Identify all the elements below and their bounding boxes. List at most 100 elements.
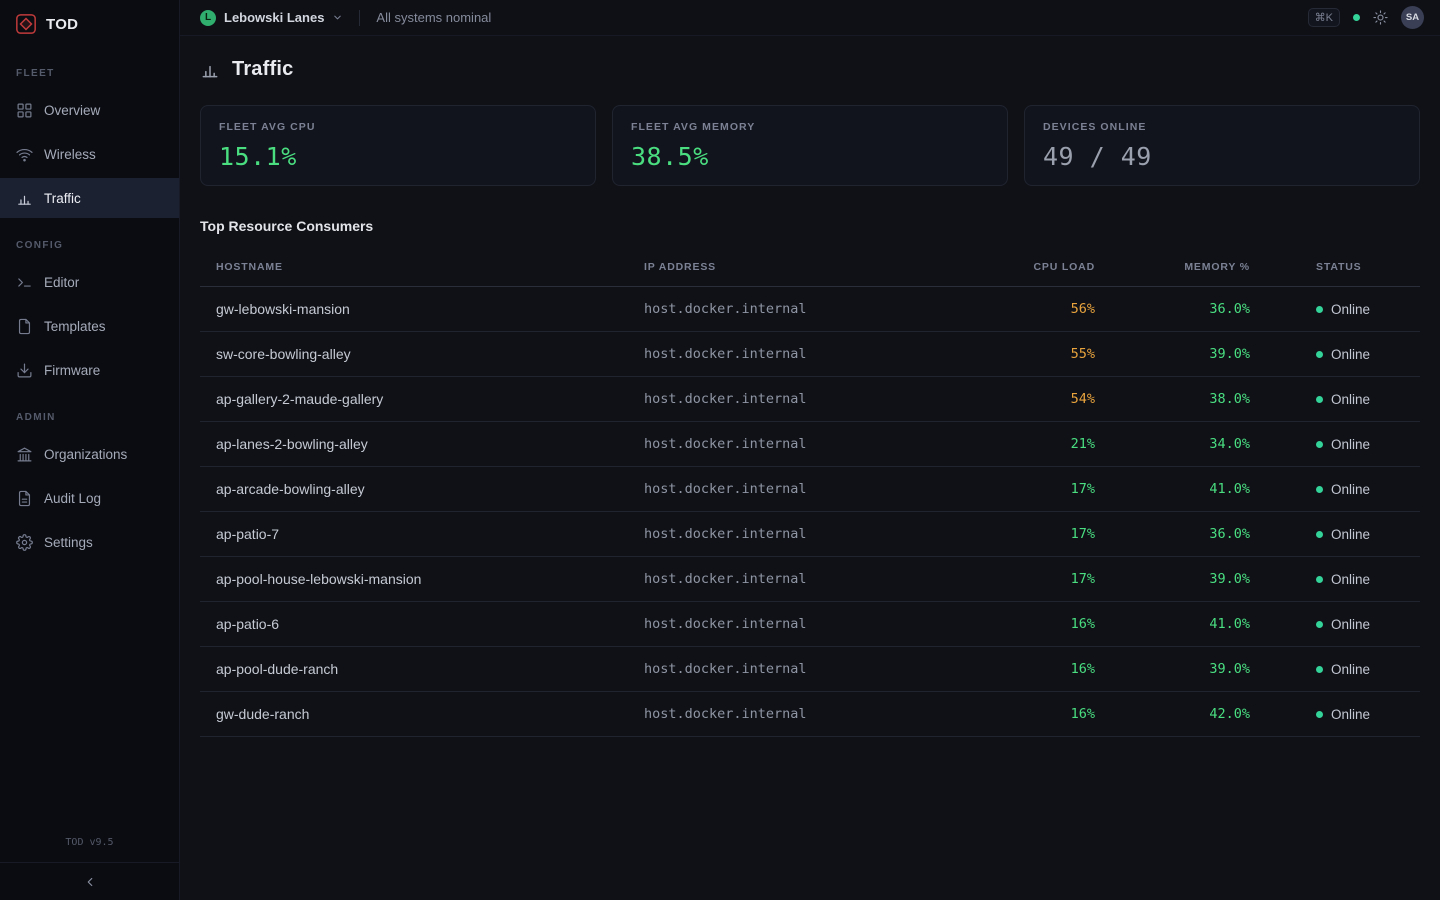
wifi-icon	[16, 146, 33, 163]
status-cell: Online	[1250, 302, 1420, 317]
hostname-cell: ap-gallery-2-maude-gallery	[200, 391, 628, 407]
org-badge: L	[200, 10, 216, 26]
user-avatar[interactable]: SA	[1401, 6, 1424, 29]
memory-cell: 41.0%	[1095, 481, 1250, 497]
ip-cell: host.docker.internal	[628, 706, 975, 722]
ip-cell: host.docker.internal	[628, 661, 975, 677]
sidebar-item-label: Templates	[44, 319, 106, 334]
sidebar-item-organizations[interactable]: Organizations	[0, 434, 179, 474]
sidebar-item-firmware[interactable]: Firmware	[0, 350, 179, 390]
status-cell: Online	[1250, 482, 1420, 497]
stat-cards: FLEET AVG CPU 15.1% FLEET AVG MEMORY 38.…	[200, 105, 1420, 186]
status-cell: Online	[1250, 572, 1420, 587]
table-row[interactable]: ap-arcade-bowling-alley host.docker.inte…	[200, 467, 1420, 512]
sidebar-item-label: Firmware	[44, 363, 100, 378]
sidebar-item-wireless[interactable]: Wireless	[0, 134, 179, 174]
sidebar-item-label: Audit Log	[44, 491, 101, 506]
health-dot-icon	[1353, 14, 1360, 21]
org-switcher[interactable]: L Lebowski Lanes	[200, 10, 343, 26]
online-dot-icon	[1316, 441, 1323, 448]
hostname-cell: ap-pool-dude-ranch	[200, 661, 628, 677]
table-header-row: HOSTNAME IP ADDRESS CPU LOAD MEMORY % ST…	[200, 247, 1420, 287]
status-cell: Online	[1250, 392, 1420, 407]
sidebar: TOD FLEET Overview Wireless Traffic CONF…	[0, 0, 180, 900]
status-label: Online	[1331, 392, 1370, 407]
grid-icon	[16, 102, 33, 119]
cpu-cell: 17%	[975, 571, 1095, 587]
building-icon	[16, 446, 33, 463]
hostname-cell: ap-patio-6	[200, 616, 628, 632]
sidebar-item-audit-log[interactable]: Audit Log	[0, 478, 179, 518]
status-label: Online	[1331, 437, 1370, 452]
app-version: TOD v9.5	[0, 831, 179, 862]
ip-cell: host.docker.internal	[628, 346, 975, 362]
stat-card-fleet-avg-cpu: FLEET AVG CPU 15.1%	[200, 105, 596, 186]
stat-value: 38.5%	[631, 142, 989, 171]
sidebar-section-fleet: FLEET	[0, 48, 179, 88]
top-resource-consumers-table: HOSTNAME IP ADDRESS CPU LOAD MEMORY % ST…	[200, 247, 1420, 737]
cpu-cell: 21%	[975, 436, 1095, 452]
stat-card-devices-online: DEVICES ONLINE 49 / 49	[1024, 105, 1420, 186]
sidebar-item-settings[interactable]: Settings	[0, 522, 179, 562]
sidebar-item-editor[interactable]: Editor	[0, 262, 179, 302]
sidebar-item-traffic[interactable]: Traffic	[0, 178, 179, 218]
status-label: Online	[1331, 617, 1370, 632]
theme-toggle-button[interactable]	[1373, 10, 1388, 25]
sidebar-item-label: Organizations	[44, 447, 127, 462]
cpu-cell: 16%	[975, 616, 1095, 632]
status-label: Online	[1331, 707, 1370, 722]
sidebar-collapse-button[interactable]	[0, 862, 179, 900]
table-row[interactable]: gw-lebowski-mansion host.docker.internal…	[200, 287, 1420, 332]
table-row[interactable]: ap-pool-house-lebowski-mansion host.dock…	[200, 557, 1420, 602]
hostname-cell: ap-lanes-2-bowling-alley	[200, 436, 628, 452]
ip-cell: host.docker.internal	[628, 526, 975, 542]
online-dot-icon	[1316, 306, 1323, 313]
gear-icon	[16, 534, 33, 551]
cpu-cell: 17%	[975, 526, 1095, 542]
hostname-cell: gw-dude-ranch	[200, 706, 628, 722]
column-header-memory: MEMORY %	[1095, 261, 1250, 273]
sidebar-item-label: Settings	[44, 535, 93, 550]
sidebar-item-templates[interactable]: Templates	[0, 306, 179, 346]
column-header-status: STATUS	[1250, 261, 1420, 273]
table-row[interactable]: ap-lanes-2-bowling-alley host.docker.int…	[200, 422, 1420, 467]
stat-card-fleet-avg-memory: FLEET AVG MEMORY 38.5%	[612, 105, 1008, 186]
table-row[interactable]: sw-core-bowling-alley host.docker.intern…	[200, 332, 1420, 377]
table-row[interactable]: ap-gallery-2-maude-gallery host.docker.i…	[200, 377, 1420, 422]
table-row[interactable]: gw-dude-ranch host.docker.internal 16% 4…	[200, 692, 1420, 737]
memory-cell: 42.0%	[1095, 706, 1250, 722]
command-palette-shortcut[interactable]: ⌘K	[1308, 8, 1340, 27]
bar-chart-icon	[200, 60, 220, 80]
sidebar-item-label: Traffic	[44, 191, 81, 206]
header-divider	[359, 10, 360, 26]
table-row[interactable]: ap-pool-dude-ranch host.docker.internal …	[200, 647, 1420, 692]
chevron-down-icon	[332, 12, 343, 23]
status-label: Online	[1331, 572, 1370, 587]
sidebar-item-overview[interactable]: Overview	[0, 90, 179, 130]
online-dot-icon	[1316, 576, 1323, 583]
stat-value: 15.1%	[219, 142, 577, 171]
system-status-text: All systems nominal	[376, 10, 491, 25]
status-label: Online	[1331, 482, 1370, 497]
ip-cell: host.docker.internal	[628, 436, 975, 452]
stat-label: FLEET AVG MEMORY	[631, 121, 989, 133]
status-cell: Online	[1250, 347, 1420, 362]
section-title: Top Resource Consumers	[200, 218, 1420, 234]
table-row[interactable]: ap-patio-6 host.docker.internal 16% 41.0…	[200, 602, 1420, 647]
cpu-cell: 56%	[975, 301, 1095, 317]
ip-cell: host.docker.internal	[628, 301, 975, 317]
stat-label: DEVICES ONLINE	[1043, 121, 1401, 133]
online-dot-icon	[1316, 711, 1323, 718]
hostname-cell: ap-patio-7	[200, 526, 628, 542]
main-area: L Lebowski Lanes All systems nominal ⌘K …	[180, 0, 1440, 900]
cpu-cell: 17%	[975, 481, 1095, 497]
column-header-ip: IP ADDRESS	[628, 261, 975, 273]
hostname-cell: sw-core-bowling-alley	[200, 346, 628, 362]
memory-cell: 41.0%	[1095, 616, 1250, 632]
memory-cell: 34.0%	[1095, 436, 1250, 452]
table-row[interactable]: ap-patio-7 host.docker.internal 17% 36.0…	[200, 512, 1420, 557]
sidebar-section-admin: ADMIN	[0, 392, 179, 432]
status-cell: Online	[1250, 662, 1420, 677]
status-cell: Online	[1250, 527, 1420, 542]
status-label: Online	[1331, 662, 1370, 677]
